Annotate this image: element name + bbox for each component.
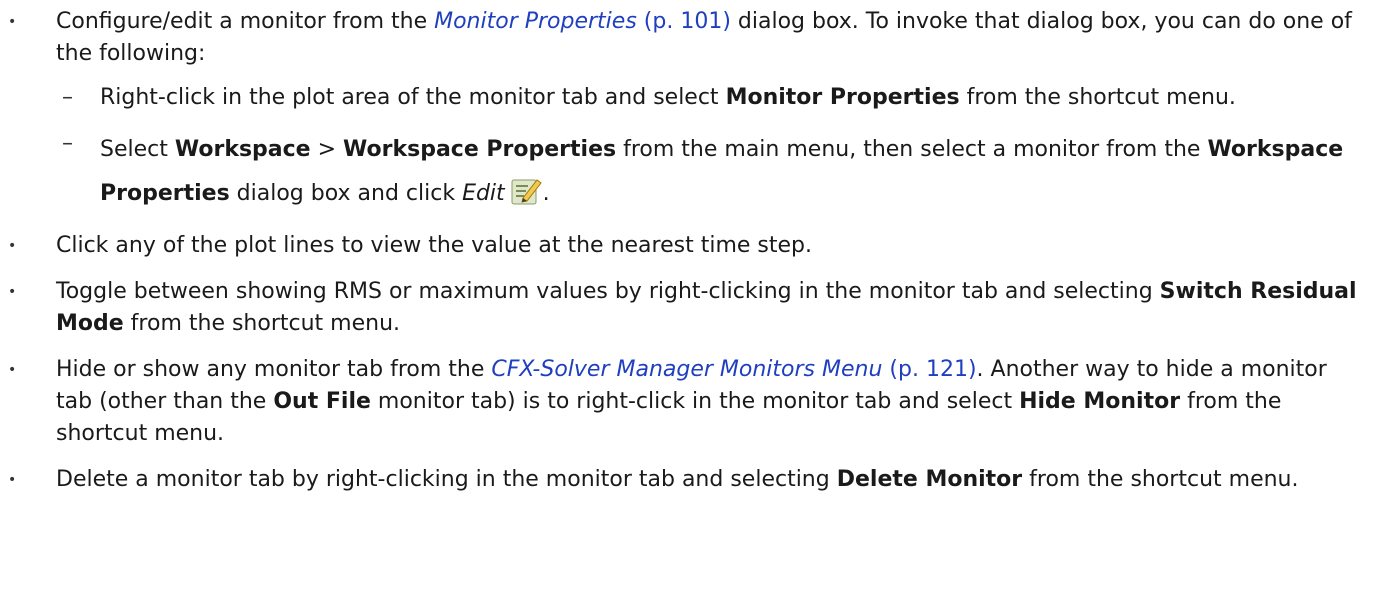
text-run: from the shortcut menu. — [123, 311, 401, 336]
bold-ui-label: Monitor Properties — [725, 85, 960, 110]
text-run: Right-click in the plot area of the moni… — [100, 85, 726, 110]
bold-ui-label: Hide Monitor — [1019, 389, 1181, 414]
text-run: Click any of the plot lines to view the … — [56, 233, 812, 258]
bullet-item: Delete a monitor tab by right-clicking i… — [0, 464, 1362, 496]
link-title: Monitor Properties — [434, 9, 637, 34]
document-body: Configure/edit a monitor from the Monito… — [0, 0, 1382, 496]
link-title: CFX-Solver Manager Monitors Menu — [491, 357, 883, 382]
text-run: > — [310, 137, 344, 162]
text-run: Delete a monitor tab by right-clicking i… — [56, 467, 837, 492]
bold-ui-label: Out File — [273, 389, 371, 414]
bullet-text: Hide or show any monitor tab from the CF… — [56, 354, 1362, 450]
text-run: monitor tab) is to right-click in the mo… — [370, 389, 1020, 414]
text-run: from the shortcut menu. — [1022, 467, 1299, 492]
sub-item-text: Select Workspace > Workspace Properties … — [100, 128, 1362, 216]
text-run: Hide or show any monitor tab from the — [56, 357, 492, 382]
text-run: Toggle between showing RMS or maximum va… — [56, 279, 1160, 304]
bold-ui-label: Workspace — [174, 137, 311, 162]
cross-reference-link[interactable]: Monitor Properties (p. 101) — [434, 9, 731, 34]
link-page-ref: (p. 101) — [643, 9, 731, 34]
bold-ui-label: Delete Monitor — [836, 467, 1023, 492]
text-run: from the shortcut menu. — [959, 85, 1236, 110]
edit-icon — [509, 174, 543, 208]
bullet-text: Click any of the plot lines to view the … — [56, 230, 1362, 262]
sub-item-text: Right-click in the plot area of the moni… — [100, 82, 1362, 114]
bullet-item: Configure/edit a monitor from the Monito… — [0, 6, 1362, 216]
bullet-text: Configure/edit a monitor from the Monito… — [56, 6, 1362, 70]
bullet-item: Toggle between showing RMS or maximum va… — [0, 276, 1362, 340]
bullet-text: Toggle between showing RMS or maximum va… — [56, 276, 1362, 340]
sub-list-item: Select Workspace > Workspace Properties … — [56, 128, 1362, 216]
text-run: dialog box and click — [229, 181, 463, 206]
bullet-item: Hide or show any monitor tab from the CF… — [0, 354, 1362, 450]
text-run: Select — [100, 137, 175, 162]
bullet-list: Configure/edit a monitor from the Monito… — [0, 6, 1362, 496]
text-run: from the main menu, then select a monito… — [616, 137, 1208, 162]
bold-ui-label: Workspace Properties — [343, 137, 617, 162]
bullet-item: Click any of the plot lines to view the … — [0, 230, 1362, 262]
sub-list-item: Right-click in the plot area of the moni… — [56, 82, 1362, 114]
sub-list: Right-click in the plot area of the moni… — [56, 82, 1362, 216]
text-run: Configure/edit a monitor from the — [56, 9, 435, 34]
cross-reference-link[interactable]: CFX-Solver Manager Monitors Menu (p. 121… — [491, 357, 976, 382]
italic-button-label: Edit — [462, 181, 505, 206]
bullet-text: Delete a monitor tab by right-clicking i… — [56, 464, 1362, 496]
link-page-ref: (p. 121) — [889, 357, 977, 382]
text-run: . — [542, 181, 550, 206]
